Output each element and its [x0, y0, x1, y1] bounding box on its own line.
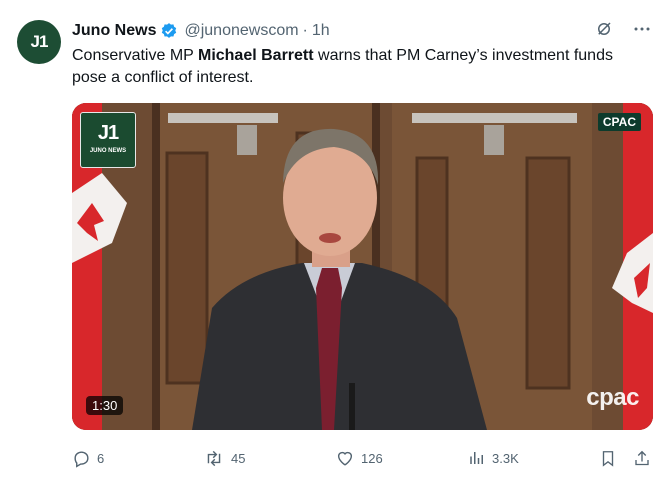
bookmark-button[interactable] [599, 446, 617, 470]
reply-button[interactable]: 6 [72, 446, 104, 470]
network-badge: CPAC [597, 113, 641, 131]
repost-button[interactable]: 45 [203, 446, 245, 470]
avatar-text: J1 [30, 32, 49, 51]
author-handle[interactable]: @junonewscom [184, 22, 298, 40]
tweet-header: Juno News @junonewscom · 1h [72, 19, 651, 43]
avatar[interactable]: J1 [17, 20, 61, 64]
tweet-text-part: Conservative MP [72, 47, 198, 64]
reply-icon [72, 449, 91, 468]
repost-count: 45 [231, 450, 246, 466]
like-count: 126 [361, 450, 383, 466]
tweet-text: Conservative MP Michael Barrett warns th… [72, 45, 652, 89]
video-frame [72, 103, 653, 430]
action-bar: 6 45 126 3.3K [72, 446, 653, 470]
author-name[interactable]: Juno News [72, 22, 156, 40]
logo-subtext: JUNO NEWS [89, 148, 127, 154]
juno-news-logo: J1 JUNO NEWS [80, 112, 136, 168]
like-button[interactable]: 126 [335, 446, 383, 470]
video-duration: 1:30 [86, 396, 124, 415]
heart-icon [335, 449, 355, 468]
bookmark-icon [599, 449, 617, 468]
analytics-icon [468, 449, 486, 467]
share-button[interactable] [633, 446, 651, 470]
share-icon [633, 449, 651, 468]
reply-count: 6 [97, 450, 105, 466]
video-player[interactable]: J1 JUNO NEWS CPAC cpac 1:30 [72, 103, 653, 430]
views-button[interactable]: 3.3K [468, 446, 519, 470]
view-count: 3.3K [492, 450, 519, 466]
verified-badge-icon [160, 22, 178, 40]
grok-icon[interactable] [595, 20, 613, 43]
timestamp[interactable]: 1h [312, 22, 330, 40]
more-options-icon[interactable] [633, 20, 651, 43]
repost-icon [203, 449, 225, 468]
tweet-text-mention: Michael Barrett [197, 47, 314, 64]
network-watermark: cpac [586, 384, 639, 411]
separator-dot: · [302, 22, 308, 39]
logo-text: J1 [97, 122, 119, 144]
